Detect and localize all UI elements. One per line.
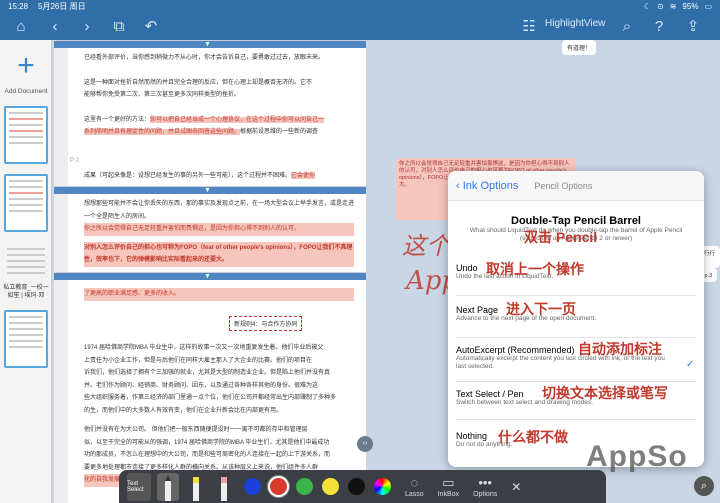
text-select-tool[interactable]: Text Select	[127, 472, 151, 501]
document-label[interactable]: 私立教育_一校一如笙 | 埃玛·邓	[2, 284, 50, 300]
highlight[interactable]: 对别人怎么评价自己的担心也可称为FOPO（fear of other peopl…	[84, 241, 354, 267]
moon-icon: ☾	[643, 1, 652, 11]
annotation-text: 自动添加标注	[578, 341, 662, 357]
more-icon: •••	[478, 475, 492, 490]
status-time: 15:28	[8, 1, 29, 11]
option-undo[interactable]: Undo Undo the last action in LiquidText.…	[456, 261, 696, 281]
color-swatch-picker[interactable]	[374, 478, 391, 495]
zoom-icon[interactable]: ⌕	[694, 476, 714, 496]
highlight[interactable]: 系列简明并且有理定性的问题，并且试图去回答这些问题。	[84, 129, 241, 136]
share-icon[interactable]: ⇪	[682, 15, 704, 37]
handwriting[interactable]: 这个	[402, 226, 450, 261]
expand-collapse-button[interactable]: ‹›	[357, 436, 373, 452]
paragraph: 1974 届哈佛商学院MBA 毕业生中，这样的故事一次又一次地重复发生着。他们毕…	[84, 345, 337, 414]
annotation-text: 切换文本选择或笔写	[542, 385, 668, 401]
ink-tool-palette: Text Select ◌ Lasso ▭ InkBox ••• Options…	[119, 470, 606, 503]
battery-icon: ▭	[704, 1, 712, 11]
annotation-text: 什么都不做	[498, 429, 568, 445]
status-date: 5月26日 周日	[38, 1, 86, 11]
paragraph: 成果（可起来像是：设想已经发生的事的另外一些可能），这个过程并不困难。它会使你	[84, 173, 316, 179]
page-thumbnail[interactable]	[4, 106, 48, 164]
inkbox-tool[interactable]: ▭ InkBox	[438, 475, 459, 498]
text-select-label: Text Select	[127, 480, 144, 493]
paragraph: 想想那些可能并不会让你丢失的东西，那的事实及发现点之前，在一场大型会议上举手发言…	[84, 198, 354, 267]
highlight-view-label[interactable]: HighlightView	[545, 18, 605, 29]
undo-icon[interactable]: ↶	[140, 15, 162, 37]
pages-icon[interactable]: ⧉	[108, 15, 130, 37]
page-divider[interactable]: ▼	[54, 40, 366, 48]
pencil-options-popover: ‹ Ink Options Pencil Options Double-Tap …	[448, 171, 704, 467]
watermark: AppSo	[586, 440, 688, 473]
color-swatch-black[interactable]	[348, 478, 365, 495]
color-swatch-red[interactable]	[270, 478, 287, 495]
home-icon[interactable]: ⌂	[10, 15, 32, 37]
back-icon[interactable]: ‹	[44, 15, 66, 37]
section-heading: 新规则4：与合作方协同	[229, 316, 303, 331]
page-marker: P 2	[70, 158, 79, 164]
popover-title: Pencil Options	[534, 180, 593, 191]
popover-header: ‹ Ink Options Pencil Options	[448, 171, 704, 201]
pen-tool[interactable]	[157, 472, 179, 501]
option-autoexcerpt[interactable]: AutoExcerpt (Recommended) Automatically …	[456, 341, 696, 371]
lasso-icon: ◌	[410, 475, 419, 490]
annotation-text: 取消上一个操作	[486, 261, 584, 277]
document-sidebar: + Add Document 私立教育_一校一如笙 | 埃玛·邓	[0, 40, 52, 503]
color-swatch-blue[interactable]	[244, 478, 261, 495]
top-toolbar: ⌂ ‹ › ⧉ ↶ ☷ HighlightView ⌕ ? ⇪	[0, 12, 720, 40]
page-thumbnail[interactable]	[4, 174, 48, 232]
option-section-header: Double-Tap Pencil Barrel What should Liq…	[469, 215, 683, 245]
highlighter-tool[interactable]	[185, 473, 207, 501]
wifi-icon: ≋	[669, 1, 677, 11]
eraser-tool[interactable]	[213, 473, 235, 501]
checkmark-icon: ✓	[686, 359, 695, 370]
document-reader[interactable]: ▼ 已经看外部评价，当你感到稍微力不从心时，你才会告诉自己，要勇敢过过去，放眼未…	[54, 40, 366, 503]
page-divider[interactable]: ▼	[54, 272, 366, 280]
lock-rotation-icon: ⊙	[657, 1, 664, 11]
annotation-text: 进入下一页	[506, 301, 576, 317]
workspace-note[interactable]: 有道理！	[562, 40, 597, 55]
color-swatch-yellow[interactable]	[322, 478, 339, 495]
annotation-text: 双击 Pencil	[524, 229, 598, 245]
status-bar: 15:28 5月26日 周日 ☾ ⊙ ≋ 95% ▭	[0, 0, 720, 12]
help-icon[interactable]: ?	[648, 15, 670, 37]
ink-options-back-button[interactable]: ‹ Ink Options	[456, 180, 518, 192]
page-divider[interactable]: ▼	[54, 186, 366, 194]
battery-percent: 95%	[682, 1, 699, 11]
color-swatch-green[interactable]	[296, 478, 313, 495]
status-right: ☾ ⊙ ≋ 95% ▭	[644, 2, 712, 11]
inkbox-icon: ▭	[442, 475, 455, 490]
lasso-tool[interactable]: ◌ Lasso	[405, 475, 424, 498]
add-document-icon[interactable]: +	[8, 48, 44, 84]
highlight[interactable]: 你可以把自己经当成一个心理协议，在这个过程中你可以问自己一	[150, 116, 325, 123]
highlight[interactable]: 你之所以会觉得自己无足轻重并害怕而畏惧这，是因为你担心得不到别人的认可。	[84, 223, 354, 236]
page-thumbnail[interactable]	[4, 310, 48, 368]
highlight-view-icon[interactable]: ☷	[518, 15, 540, 37]
option-next-page[interactable]: Next Page Advance to the next page of th…	[456, 301, 696, 323]
close-palette-button[interactable]: ✕	[511, 480, 521, 494]
paragraph: 已经看外部评价，当你感到稍微力不从心时，你才会告诉自己，要勇敢过过去，放眼未来。…	[84, 55, 325, 136]
options-tool[interactable]: ••• Options	[473, 475, 497, 498]
option-text-select-pen[interactable]: Text Select / Pen Switch between text se…	[456, 385, 696, 407]
paragraph: 了更高的职业满足感、更多的收入。	[84, 288, 354, 301]
add-document-label[interactable]: Add Document	[0, 88, 52, 95]
search-icon[interactable]: ⌕	[616, 15, 638, 37]
forward-icon[interactable]: ›	[76, 15, 98, 37]
